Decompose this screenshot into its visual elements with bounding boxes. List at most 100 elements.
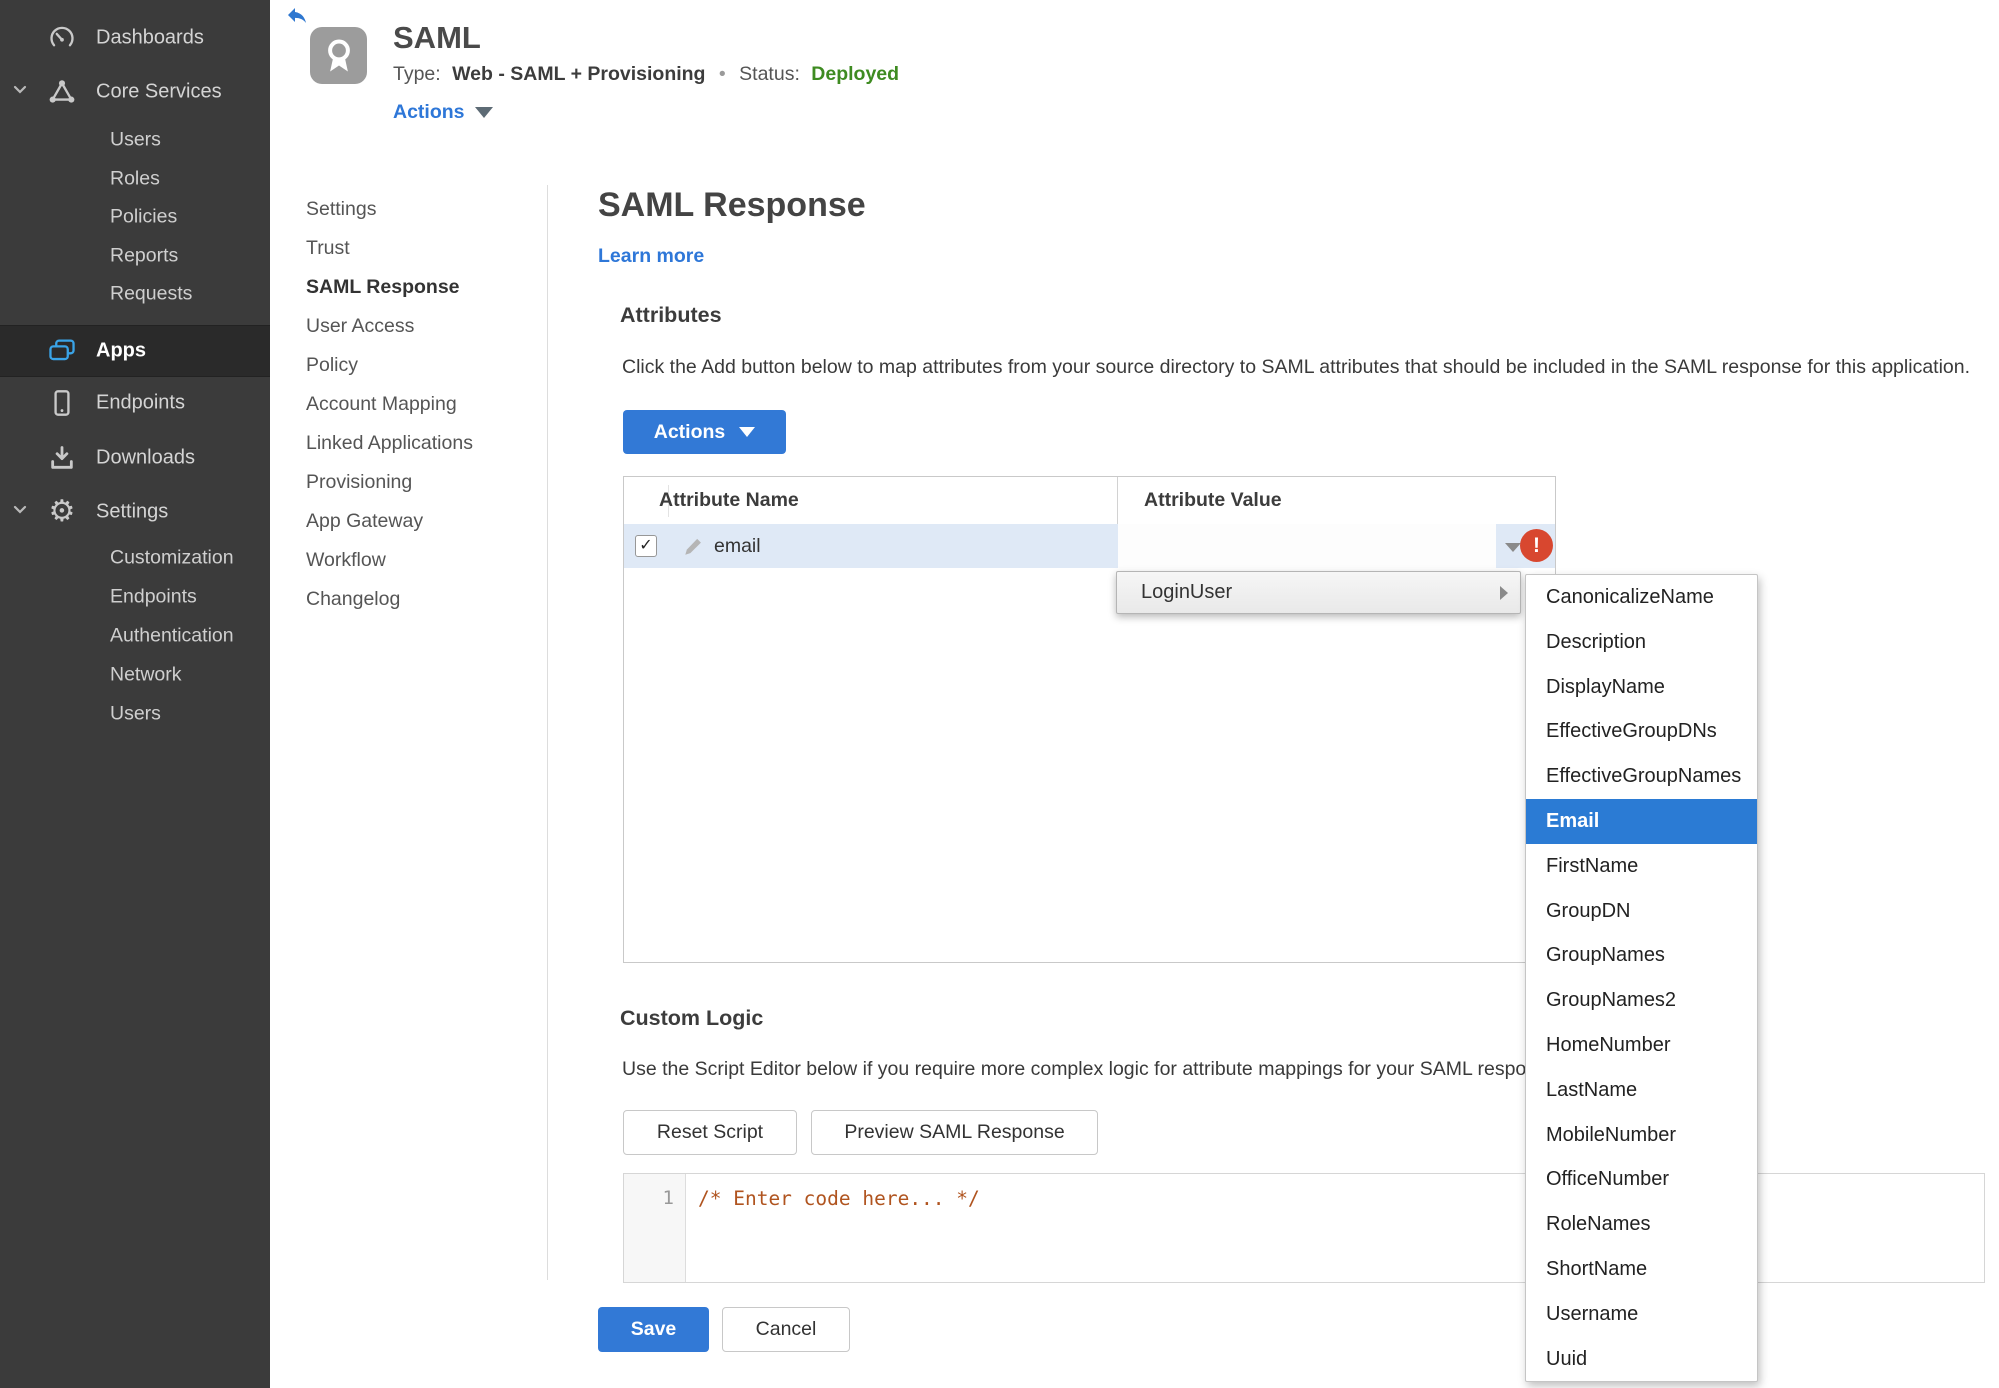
dropdown-menu-loginuser[interactable]: LoginUser (1116, 571, 1521, 614)
app-meta: Type: Web - SAML + Provisioning • Status… (393, 63, 899, 86)
sidebar-item-label: Network (110, 663, 182, 686)
back-arrow-icon (284, 8, 310, 31)
sidebar-item-downloads[interactable]: Downloads (0, 438, 270, 478)
actions-button-label: Actions (653, 420, 726, 443)
menu-item-username[interactable]: Username (1526, 1292, 1757, 1337)
menu-item-lastname[interactable]: LastName (1526, 1068, 1757, 1113)
editor-gutter: 1 (624, 1174, 686, 1282)
sidebar-item-core-services[interactable]: Core Services (0, 72, 270, 112)
header-actions-label: Actions (393, 101, 465, 123)
column-header-attribute-name: Attribute Name (659, 489, 799, 511)
download-icon (46, 442, 78, 474)
sidebar-item-label: Downloads (96, 446, 195, 469)
sidebar-item-reports[interactable]: Reports (0, 236, 270, 276)
menu-item-officenumber[interactable]: OfficeNumber (1526, 1157, 1757, 1202)
core-services-icon (46, 76, 78, 108)
gauge-icon (46, 22, 78, 54)
sidebar-item-label: Core Services (96, 80, 222, 103)
reset-script-button[interactable]: Reset Script (623, 1110, 797, 1155)
sidebar-item-label: Settings (96, 500, 169, 523)
menu-item-description[interactable]: Description (1526, 620, 1757, 665)
sidebar-item-label: Users (110, 128, 161, 151)
sidebar-item-label: Authentication (110, 624, 234, 647)
attributes-table: Attribute Name Attribute Value ✓ email ! (623, 476, 1556, 963)
tab-account-mapping[interactable]: Account Mapping (306, 385, 473, 424)
tab-workflow[interactable]: Workflow (306, 541, 473, 580)
chevron-down-icon (739, 427, 756, 438)
menu-item-effectivegroupdns[interactable]: EffectiveGroupDNs (1526, 709, 1757, 754)
sidebar-item-roles[interactable]: Roles (0, 159, 270, 199)
status-label: Status: (739, 63, 800, 85)
type-value: Web - SAML + Provisioning (452, 63, 706, 85)
type-label: Type: (393, 63, 441, 85)
tab-policy[interactable]: Policy (306, 346, 473, 385)
attribute-name-cell: email (714, 535, 761, 557)
sidebar-item-policies[interactable]: Policies (0, 197, 270, 237)
sidebar-item-customization[interactable]: Customization (0, 538, 270, 578)
tab-linked-applications[interactable]: Linked Applications (306, 424, 473, 463)
tab-app-gateway[interactable]: App Gateway (306, 502, 473, 541)
column-header-attribute-value: Attribute Value (1144, 489, 1282, 511)
sidebar-item-settings[interactable]: ⚙ Settings (0, 492, 270, 532)
chevron-down-icon (474, 107, 493, 119)
edit-pencil-icon[interactable] (682, 536, 704, 563)
header-actions-dropdown[interactable]: Actions (393, 101, 493, 124)
script-editor[interactable]: 1 /* Enter code here... */ (623, 1173, 1985, 1283)
line-number: 1 (662, 1187, 674, 1209)
row-checkbox[interactable]: ✓ (635, 535, 657, 557)
section-title: SAML Response (598, 186, 866, 224)
dropdown-caret-icon[interactable] (1505, 543, 1521, 552)
sidebar-item-authentication[interactable]: Authentication (0, 616, 270, 656)
sidebar-item-users-settings[interactable]: Users (0, 694, 270, 734)
menu-item-groupnames2[interactable]: GroupNames2 (1526, 978, 1757, 1023)
editor-code: /* Enter code here... */ (698, 1187, 980, 1210)
gear-icon: ⚙ (48, 495, 76, 528)
tab-saml-response[interactable]: SAML Response (306, 268, 473, 307)
sidebar-item-dashboards[interactable]: Dashboards (0, 18, 270, 58)
cancel-button[interactable]: Cancel (722, 1307, 850, 1352)
back-button[interactable] (284, 3, 312, 27)
sidebar-item-label: Reports (110, 244, 179, 267)
learn-more-link[interactable]: Learn more (598, 245, 704, 268)
menu-item-effectivegroupnames[interactable]: EffectiveGroupNames (1526, 754, 1757, 799)
preview-saml-response-button[interactable]: Preview SAML Response (811, 1110, 1098, 1155)
sidebar-item-label: Apps (96, 339, 146, 362)
attributes-actions-button[interactable]: Actions (623, 410, 786, 454)
sidebar-item-network[interactable]: Network (0, 655, 270, 695)
menu-item-homenumber[interactable]: HomeNumber (1526, 1023, 1757, 1068)
sidebar: Dashboards Core Services Users Roles Pol… (0, 0, 270, 1388)
phone-icon (46, 387, 78, 419)
tab-user-access[interactable]: User Access (306, 307, 473, 346)
attribute-value-dropdown[interactable] (1118, 524, 1496, 568)
menu-item-canonicalizename[interactable]: CanonicalizeName (1526, 575, 1757, 620)
sidebar-item-label: Dashboards (96, 26, 204, 49)
sidebar-item-label: Endpoints (96, 391, 185, 414)
submenu-arrow-icon (1500, 586, 1508, 600)
error-icon: ! (1520, 529, 1553, 562)
chevron-down-icon (11, 81, 29, 104)
menu-item-shortname[interactable]: ShortName (1526, 1247, 1757, 1292)
apps-icon (46, 335, 78, 367)
custom-logic-heading: Custom Logic (620, 1006, 764, 1030)
sidebar-item-apps[interactable]: Apps (0, 325, 270, 377)
tab-trust[interactable]: Trust (306, 229, 473, 268)
checkmark-icon: ✓ (639, 537, 653, 554)
tab-settings[interactable]: Settings (306, 190, 473, 229)
sidebar-item-requests[interactable]: Requests (0, 274, 270, 314)
tab-changelog[interactable]: Changelog (306, 580, 473, 619)
sidebar-item-endpoints-settings[interactable]: Endpoints (0, 577, 270, 617)
menu-item-email[interactable]: Email (1526, 798, 1757, 844)
menu-item-firstname[interactable]: FirstName (1526, 844, 1757, 889)
tab-provisioning[interactable]: Provisioning (306, 463, 473, 502)
bullet-separator: • (718, 63, 726, 85)
sidebar-item-endpoints[interactable]: Endpoints (0, 383, 270, 423)
sidebar-item-label: Policies (110, 205, 178, 228)
sidebar-item-users[interactable]: Users (0, 120, 270, 160)
menu-item-displayname[interactable]: DisplayName (1526, 665, 1757, 710)
menu-item-mobilenumber[interactable]: MobileNumber (1526, 1113, 1757, 1158)
menu-item-groupdn[interactable]: GroupDN (1526, 889, 1757, 934)
menu-item-uuid[interactable]: Uuid (1526, 1337, 1757, 1381)
save-button[interactable]: Save (598, 1307, 709, 1352)
menu-item-rolenames[interactable]: RoleNames (1526, 1202, 1757, 1247)
menu-item-groupnames[interactable]: GroupNames (1526, 933, 1757, 978)
